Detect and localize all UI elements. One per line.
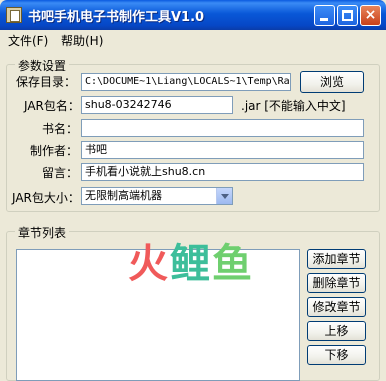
app-book-icon[interactable] <box>6 7 22 23</box>
jar-name-field[interactable]: shu8-03242746 <box>81 96 233 114</box>
message-field[interactable]: 手机看小说就上shu8.cn <box>81 163 364 181</box>
browse-button[interactable]: 浏览 <box>300 71 364 93</box>
jar-size-select[interactable]: 无限制高端机器 <box>81 187 233 205</box>
move-up-button[interactable]: 上移 <box>307 321 366 341</box>
jar-suffix-note: .jar [不能输入中文] <box>241 99 346 113</box>
minimize-button[interactable] <box>314 5 335 26</box>
app-window: 书吧手机电子书制作工具V1.0 × 文件(F) 帮助(H) 参数设置 保存目录：… <box>0 0 386 381</box>
edit-chapter-button[interactable]: 修改章节 <box>307 297 366 317</box>
author-label: 制作者： <box>30 144 79 158</box>
save-dir-label: 保存目录： <box>16 75 77 89</box>
jar-size-value: 无限制高端机器 <box>85 189 162 202</box>
delete-chapter-button[interactable]: 删除章节 <box>307 273 366 293</box>
watermark-logo: 火鲤鱼 <box>128 241 254 287</box>
move-down-button[interactable]: 下移 <box>307 345 366 365</box>
maximize-button[interactable] <box>337 5 358 26</box>
jar-name-label: JAR包名： <box>24 99 80 113</box>
menu-bar: 文件(F) 帮助(H) <box>0 30 386 48</box>
close-icon: × <box>364 7 377 23</box>
author-field[interactable]: 书吧 <box>81 141 364 159</box>
save-dir-field[interactable]: C:\DOCUME~1\Liang\LOCALS~1\Temp\Ra <box>81 73 291 91</box>
message-label: 留言： <box>42 166 79 180</box>
menu-help[interactable]: 帮助(H) <box>61 32 103 49</box>
chapters-legend: 章节列表 <box>15 224 70 241</box>
book-name-field[interactable] <box>81 119 364 137</box>
params-legend: 参数设置 <box>15 57 70 74</box>
close-button[interactable]: × <box>360 5 381 26</box>
minimize-icon <box>320 18 328 21</box>
window-title: 书吧手机电子书制作工具V1.0 <box>28 10 205 25</box>
add-chapter-button[interactable]: 添加章节 <box>307 249 366 269</box>
title-bar[interactable]: 书吧手机电子书制作工具V1.0 × <box>0 0 386 30</box>
menu-file[interactable]: 文件(F) <box>8 32 48 49</box>
book-name-label: 书名： <box>42 122 79 136</box>
chevron-down-icon[interactable] <box>216 188 232 204</box>
jar-size-label: JAR包大小： <box>12 191 80 205</box>
maximize-icon <box>342 10 353 21</box>
